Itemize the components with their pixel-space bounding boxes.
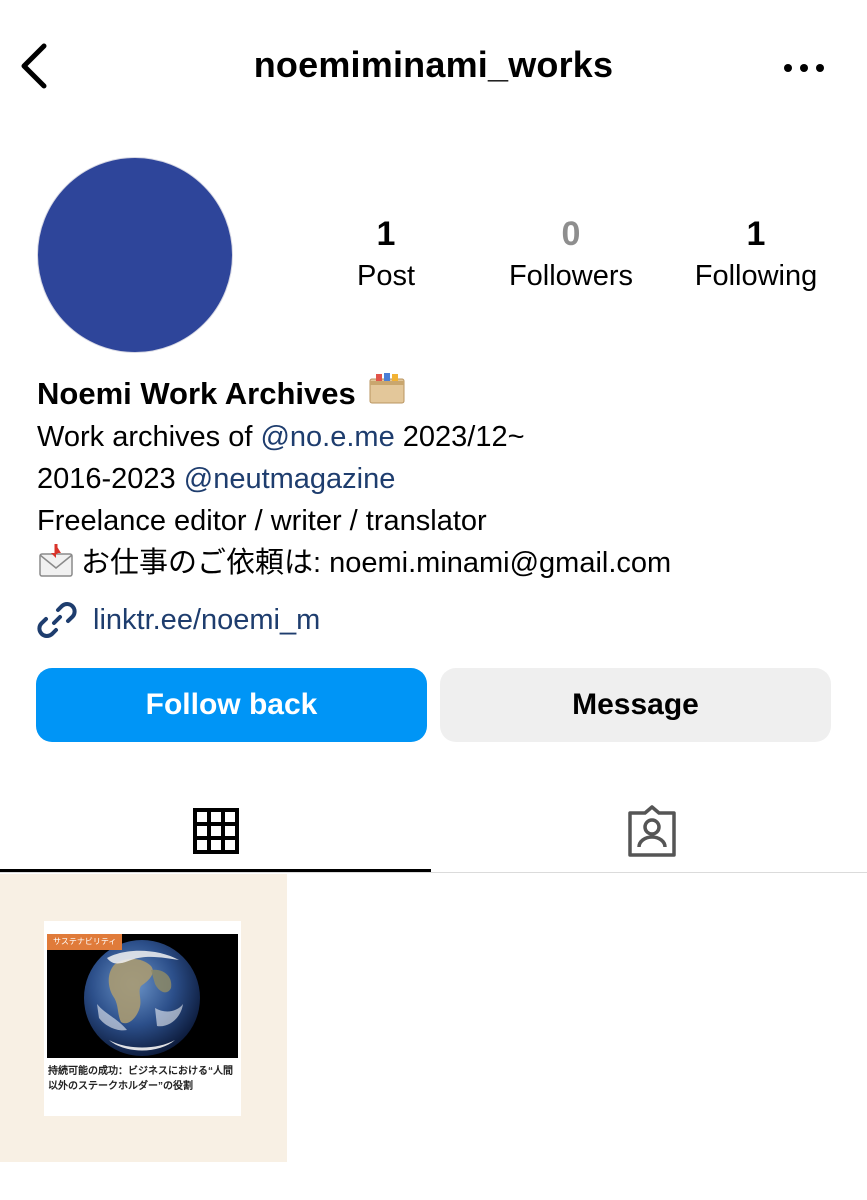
posts-label: Post — [356, 260, 416, 292]
link-text: linktr.ee/noemi_m — [93, 603, 321, 636]
message-button[interactable]: Message — [440, 668, 831, 742]
profile-tabs — [0, 790, 867, 874]
mention-link-neutmagazine[interactable]: @neutmagazine — [184, 463, 396, 495]
bio-text: お仕事のご依頼は: noemi.minami@gmail.com — [81, 547, 672, 579]
bio: Noemi Work Archives Work archives of @no… — [37, 371, 847, 590]
grid-icon — [192, 808, 239, 854]
bio-line-2: 2016-2023 @neutmagazine — [37, 458, 847, 500]
posts-count: 1 — [376, 215, 396, 253]
incoming-envelope-icon — [37, 544, 77, 590]
more-horizontal-icon — [784, 64, 824, 72]
tab-divider — [0, 872, 867, 873]
bio-text: Work archives of — [37, 421, 261, 453]
post-thumbnail[interactable]: サステナビリティ 持続可能の成功：ビジネスにおける“人間以外のステークホルダー”… — [0, 874, 287, 1162]
stat-followers[interactable]: 0 Followers — [481, 214, 661, 296]
stat-following[interactable]: 1 Following — [666, 214, 846, 296]
top-bar: noemiminami_works — [0, 0, 867, 134]
bio-text: 2016-2023 — [37, 463, 184, 495]
mention-link-no-e-me[interactable]: @no.e.me — [260, 421, 394, 453]
avatar[interactable] — [37, 157, 233, 353]
tab-tagged[interactable] — [436, 790, 867, 872]
following-count: 1 — [746, 215, 766, 253]
post-category-tag: サステナビリティ — [47, 934, 123, 950]
followers-label: Followers — [508, 260, 634, 292]
bio-line-1: Work archives of @no.e.me 2023/12~ — [37, 416, 847, 458]
earth-photo: サステナビリティ — [47, 934, 238, 1058]
follow-back-button[interactable]: Follow back — [36, 668, 427, 742]
followers-count: 0 — [561, 215, 581, 253]
following-label: Following — [694, 260, 818, 292]
bio-line-4: お仕事のご依頼は: noemi.minami@gmail.com — [37, 542, 847, 590]
external-link[interactable]: linktr.ee/noemi_m — [37, 599, 320, 641]
display-name: Noemi Work Archives — [37, 375, 356, 411]
link-icon — [37, 602, 77, 638]
bio-name-row: Noemi Work Archives — [37, 371, 847, 416]
post-caption: 持続可能の成功：ビジネスにおける“人間以外のステークホルダー”の役割 — [48, 1066, 233, 1092]
card-index-dividers-emoji-icon — [368, 371, 406, 416]
tab-posts-grid[interactable] — [0, 790, 431, 872]
bio-line-3: Freelance editor / writer / translator — [37, 505, 487, 537]
post-card: サステナビリティ 持続可能の成功：ビジネスにおける“人間以外のステークホルダー”… — [44, 921, 241, 1116]
profile-username: noemiminami_works — [253, 44, 614, 85]
tagged-person-icon — [627, 805, 676, 857]
more-options-button[interactable] — [780, 56, 828, 80]
bio-text: 2023/12~ — [394, 421, 525, 453]
stat-posts[interactable]: 1 Post — [296, 214, 476, 296]
